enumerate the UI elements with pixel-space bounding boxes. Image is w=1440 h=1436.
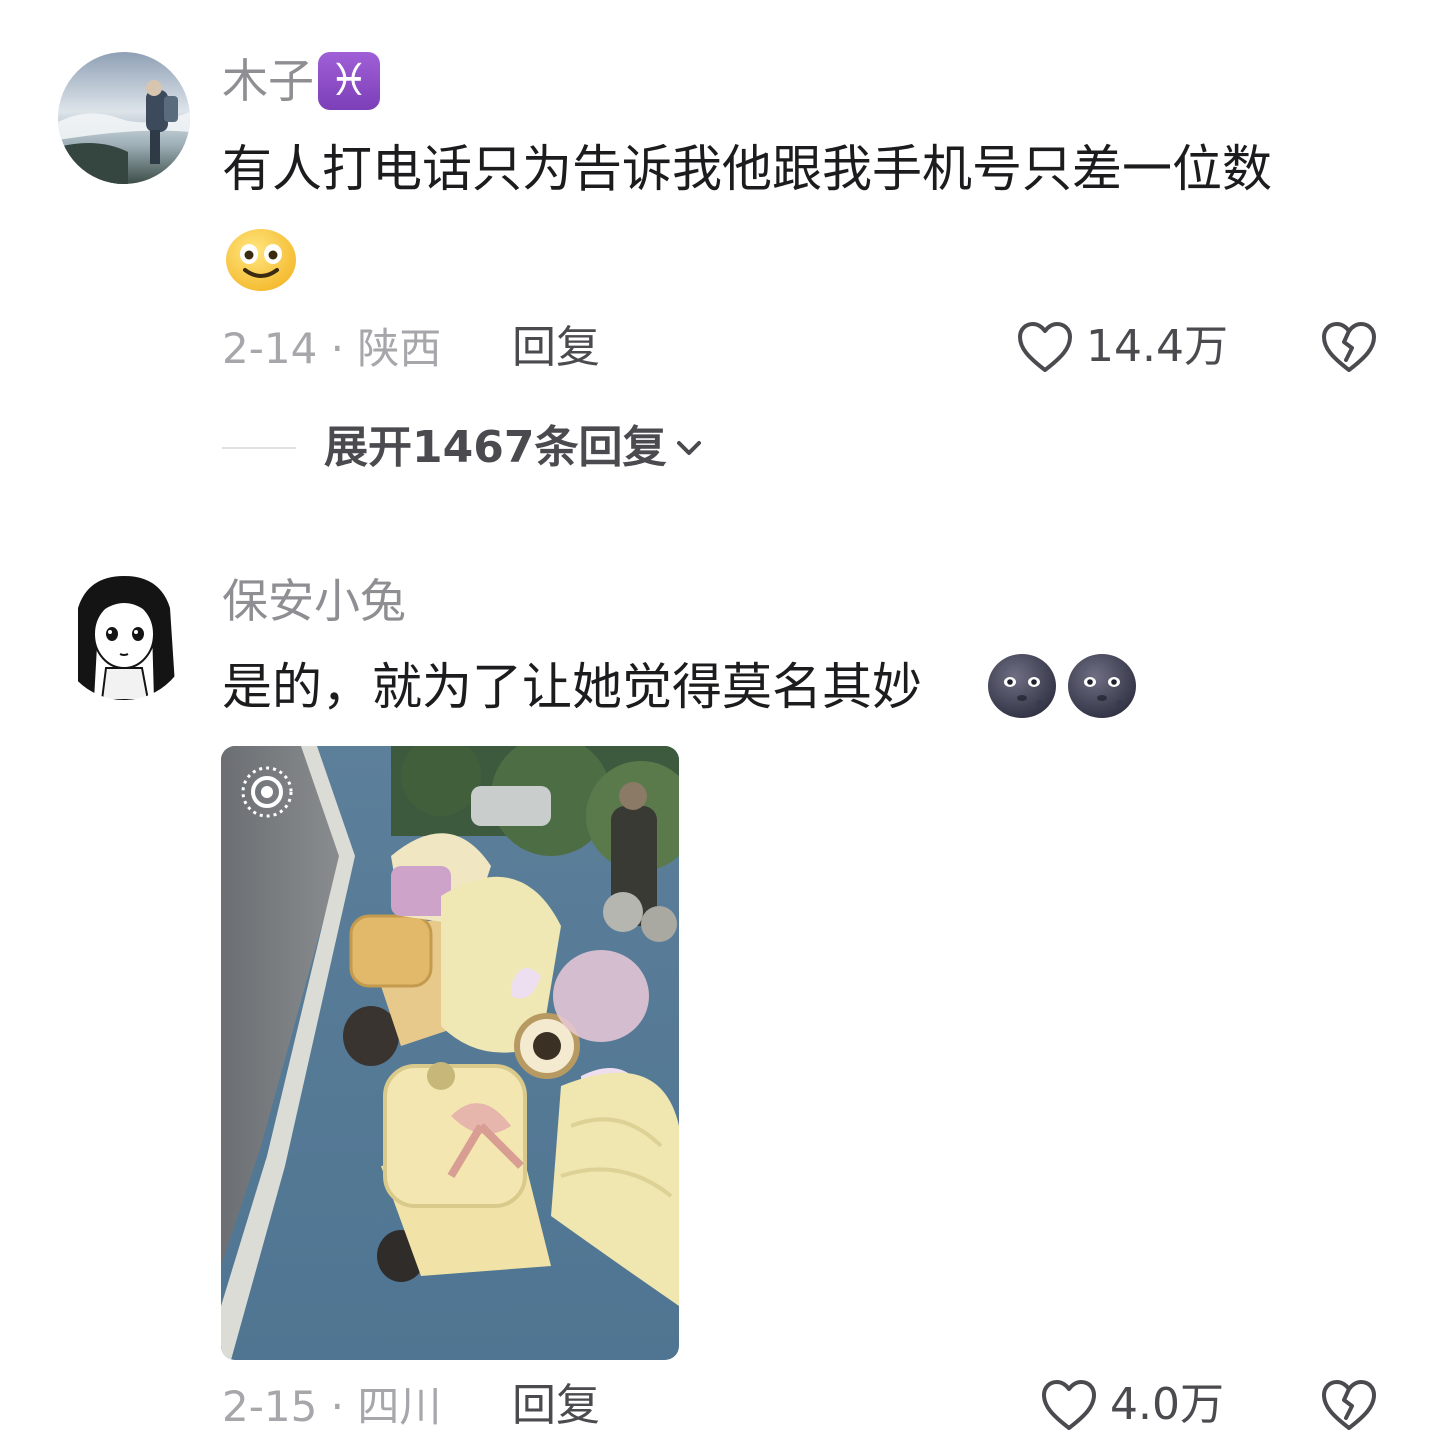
like-count: 4.0万	[1110, 1379, 1224, 1430]
username[interactable]: 保安小兔	[222, 578, 406, 624]
dislike-button[interactable]	[1320, 320, 1378, 378]
broken-heart-icon	[1322, 1380, 1376, 1430]
heart-outline-icon	[1018, 322, 1072, 372]
avatar[interactable]	[58, 52, 190, 184]
chevron-down-icon	[677, 441, 702, 455]
comment-date-location: 2-15 · 四川	[222, 1382, 442, 1431]
comment-text: 有人打电话只为告诉我他跟我手机号只差一位数	[222, 140, 1272, 198]
like-count: 14.4万	[1086, 321, 1228, 372]
dark-moon-face-emoji	[1066, 652, 1138, 724]
comment-text: 是的，就为了让她觉得莫名其妙	[222, 658, 922, 716]
broken-heart-icon	[1322, 322, 1376, 372]
username[interactable]: 木子	[222, 58, 314, 104]
dark-moon-face-emoji	[986, 652, 1058, 724]
zodiac-badge: ♓	[318, 52, 380, 110]
expand-replies-label: 展开1467条回复	[324, 422, 667, 473]
dislike-button[interactable]	[1320, 1378, 1378, 1436]
expand-replies-button[interactable]: 展开1467条回复	[324, 426, 702, 470]
heart-outline-icon	[1042, 1380, 1096, 1430]
comment-photo[interactable]	[221, 746, 679, 1360]
live-photo-icon[interactable]	[239, 764, 295, 820]
comment-date-location: 2-14 · 陕西	[222, 324, 442, 373]
smile-face-emoji	[224, 226, 298, 296]
expand-divider	[222, 447, 296, 449]
like-button[interactable]: 14.4万	[1016, 320, 1228, 374]
avatar[interactable]	[58, 568, 190, 700]
like-button[interactable]: 4.0万	[1040, 1378, 1224, 1432]
reply-button[interactable]: 回复	[512, 326, 600, 370]
reply-button[interactable]: 回复	[512, 1384, 600, 1428]
